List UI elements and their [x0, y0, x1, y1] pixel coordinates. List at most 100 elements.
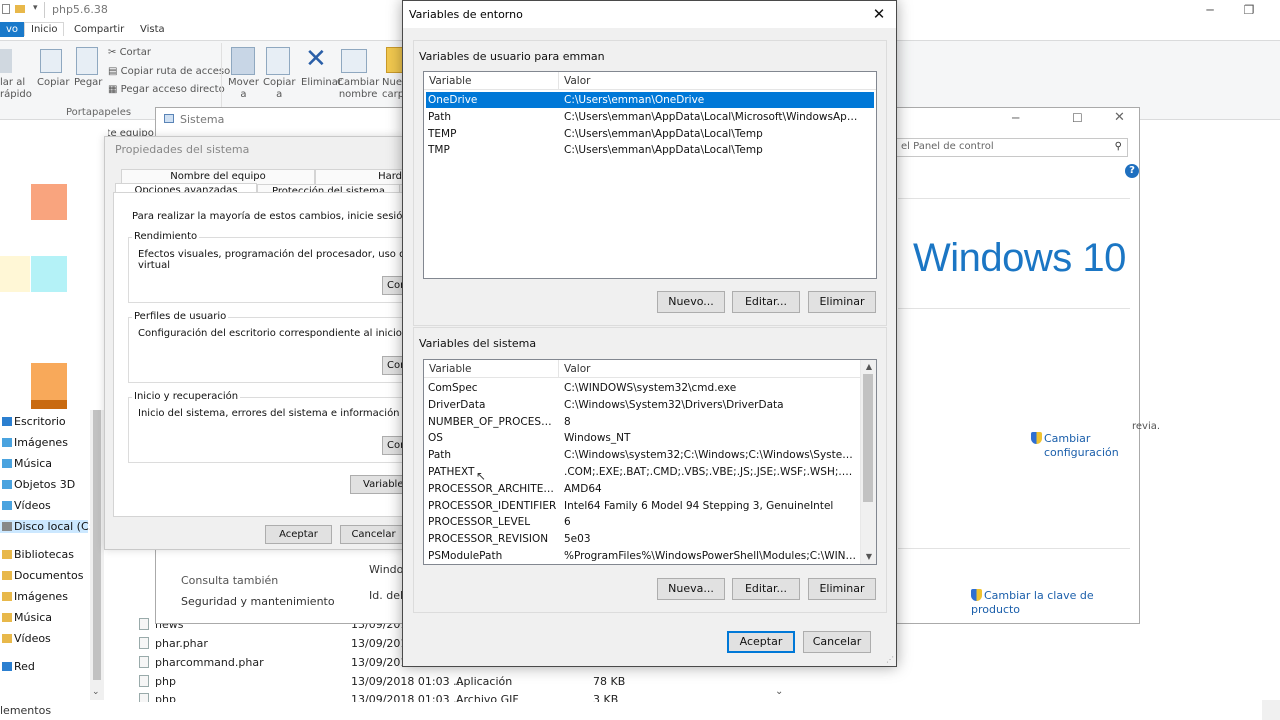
variable-row[interactable]: OneDrive C:\Users\emman\OneDrive [426, 92, 874, 108]
cut-label: Cortar [119, 47, 151, 58]
rendimiento-text-2: virtual [138, 260, 170, 271]
paste-button[interactable]: Pegar [74, 77, 102, 89]
file-type: Aplicación [456, 675, 512, 688]
column-header-valor[interactable]: Valor [564, 363, 590, 375]
user-edit-button[interactable]: Editar... [732, 291, 800, 313]
control-panel-search[interactable]: el Panel de control ⚲ [896, 138, 1128, 157]
nav-item-label: Vídeos [14, 632, 51, 645]
rename-button[interactable]: Cambiar nombre [337, 77, 379, 101]
search-icon[interactable]: ⚲ [1115, 141, 1122, 152]
nav-item[interactable]: Red [2, 660, 35, 673]
tab-inicio[interactable]: Inicio [24, 22, 65, 36]
nav-item[interactable]: Documentos [2, 569, 83, 582]
restore-icon[interactable]: ❐ [1234, 2, 1264, 20]
nav-item[interactable]: Imágenes [2, 590, 68, 603]
props-aceptar-button[interactable]: Aceptar [265, 525, 332, 544]
chevron-down-icon[interactable]: ▾ [33, 3, 38, 13]
column-header-variable[interactable]: Variable [429, 75, 472, 87]
variable-row[interactable]: PROCESSOR_IDENTIFIER Intel64 Family 6 Mod… [426, 498, 860, 514]
variable-row[interactable]: PROCESSOR_ARCHITECTU... AMD64 [426, 481, 860, 497]
variable-row[interactable]: Path C:\Windows\system32;C:\Windows;C:\Wi… [426, 447, 860, 463]
new-folder-button[interactable]: Nue carp [382, 77, 404, 101]
file-type-text: Aplicación [456, 675, 513, 688]
column-header-valor[interactable]: Valor [564, 75, 590, 87]
system-new-button[interactable]: Nueva... [657, 578, 725, 600]
variable-row[interactable]: TEMP C:\Users\emman\AppData\Local\Temp [426, 126, 874, 142]
scroll-down-icon[interactable]: ⌄ [775, 686, 783, 697]
variable-row[interactable]: Path C:\Users\emman\AppData\Local\Microso… [426, 109, 874, 125]
tab-hardware[interactable]: Hard [315, 169, 405, 185]
nav-item-label: Red [14, 660, 35, 673]
nav-item[interactable]: Escritorio [2, 415, 66, 428]
advanced-tab-panel: Para realizar la mayoría de estos cambio… [113, 192, 459, 517]
nav-item[interactable]: Vídeos [2, 499, 51, 512]
system-delete-button[interactable]: Eliminar [808, 578, 876, 600]
user-delete-button[interactable]: Eliminar [808, 291, 876, 313]
variable-row[interactable]: OS Windows_NT [426, 430, 860, 446]
delete-button[interactable]: Eliminar [301, 77, 342, 89]
variable-row[interactable]: NUMBER_OF_PROCESSORS 8 [426, 414, 860, 430]
inicio-group [128, 397, 418, 463]
user-variables-list[interactable]: Variable Valor OneDrive C:\Users\emman\On… [423, 71, 877, 279]
windows-10-logo-text: Windows 10 [913, 236, 1126, 280]
nav-item[interactable]: Música [2, 457, 52, 470]
tab-vista[interactable]: Vista [140, 24, 165, 35]
seguridad-link[interactable]: Seguridad y mantenimiento [181, 595, 335, 608]
variable-row[interactable]: ComSpec C:\WINDOWS\system32\cmd.exe [426, 380, 860, 396]
file-icon [139, 675, 149, 687]
variable-row[interactable]: DriverData C:\Windows\System32\Drivers\Dr… [426, 397, 860, 413]
nav-item[interactable]: Imágenes [2, 436, 68, 449]
nav-item-label: Imágenes [14, 590, 68, 603]
cancel-button[interactable]: Cancelar [803, 631, 871, 653]
column-header-variable[interactable]: Variable [429, 363, 472, 375]
system-edit-button[interactable]: Editar... [732, 578, 800, 600]
variable-row[interactable]: PSModulePath %ProgramFiles%\WindowsPowerS… [426, 548, 860, 564]
maximize-icon[interactable]: ☐ [1072, 111, 1083, 125]
nav-item[interactable]: Objetos 3D [2, 478, 75, 491]
copy-path-button[interactable]: ▤ Copiar ruta de acceso [108, 66, 230, 78]
pin-quick-access-button[interactable]: lar al rápido [0, 77, 32, 101]
scroll-down-icon[interactable]: ⌄ [92, 687, 100, 697]
ok-button[interactable]: Aceptar [727, 631, 795, 653]
variable-row[interactable]: PROCESSOR_LEVEL 6 [426, 514, 860, 530]
nav-item[interactable]: Música [2, 611, 52, 624]
cambiar-configuracion-link[interactable]: Cambiar configuración [1031, 432, 1119, 460]
column-separator[interactable] [558, 360, 559, 378]
variable-row[interactable]: PATHEXT .COM;.EXE;.BAT;.CMD;.VBS;.VBE;.JS… [426, 464, 860, 480]
system-list-scrollbar[interactable]: ▲ ▼ [860, 360, 876, 564]
separator [898, 548, 1130, 549]
cut-button[interactable]: ✂ Cortar [108, 47, 151, 59]
nav-item-label: Imágenes [14, 436, 68, 449]
file-name-text: pharcommand.phar [155, 656, 264, 669]
variable-value: Windows_NT [564, 432, 631, 445]
close-icon[interactable]: ✕ [1114, 110, 1125, 125]
scroll-up-icon[interactable]: ▲ [866, 362, 872, 371]
view-toggle[interactable] [1262, 700, 1280, 720]
nav-scrollbar-thumb[interactable] [93, 410, 101, 680]
cambiar-clave-link[interactable]: Cambiar la clave de producto [971, 589, 1139, 617]
minimize-icon[interactable]: ─ [1012, 111, 1019, 125]
user-new-button[interactable]: Nuevo... [657, 291, 725, 313]
close-icon[interactable]: ✕ [866, 3, 892, 25]
copy-button[interactable]: Copiar [37, 77, 69, 89]
nav-item[interactable]: Disco local (C:) [0, 520, 97, 533]
file-name-text: phar.phar [155, 637, 208, 650]
minimize-icon[interactable]: ─ [1195, 2, 1225, 20]
column-separator[interactable] [558, 72, 559, 90]
scroll-down-icon[interactable]: ▼ [866, 552, 872, 561]
move-to-button[interactable]: Mover a [228, 77, 259, 101]
tab-compartir[interactable]: Compartir [74, 24, 124, 35]
variable-row[interactable]: TMP C:\Users\emman\AppData\Local\Temp [426, 142, 874, 158]
nav-item[interactable]: Bibliotecas [2, 548, 74, 561]
variable-row[interactable]: PROCESSOR_REVISION 5e03 [426, 531, 860, 547]
resize-grip-icon[interactable]: ⋰ [886, 655, 894, 664]
scrollbar-thumb[interactable] [863, 374, 873, 502]
nav-item[interactable]: Vídeos [2, 632, 51, 645]
help-icon[interactable]: ? [1125, 164, 1139, 178]
copy-to-button[interactable]: Copiar a [263, 77, 295, 101]
paste-shortcut-button[interactable]: ▦ Pegar acceso directo [108, 84, 225, 96]
tab-file[interactable]: vo [0, 22, 25, 37]
file-icon [139, 637, 149, 649]
system-variables-list[interactable]: Variable Valor ComSpec C:\WINDOWS\system3… [423, 359, 877, 565]
props-cancelar-button[interactable]: Cancelar [340, 525, 407, 544]
